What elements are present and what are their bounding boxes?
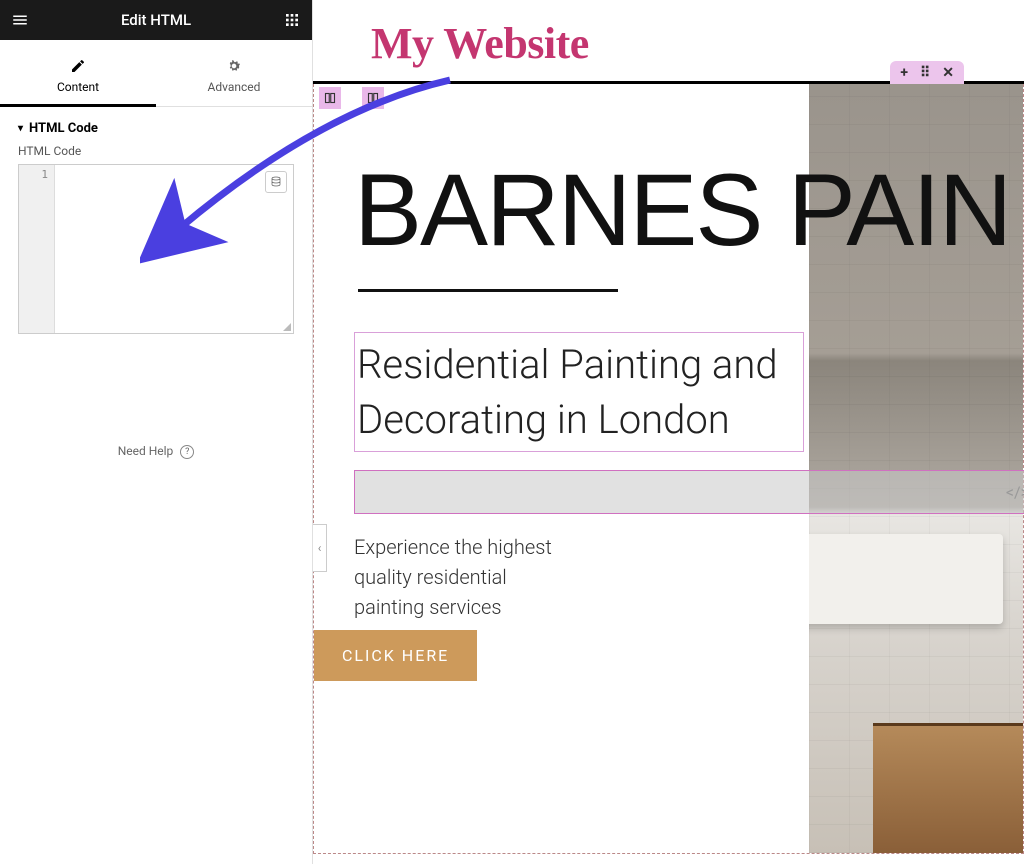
html-widget-placeholder[interactable]: </>: [354, 470, 1024, 514]
chevron-left-icon: ‹: [318, 541, 322, 555]
resize-handle-icon[interactable]: [281, 321, 291, 331]
field-label-html-code: HTML Code: [0, 144, 312, 164]
sidebar-tabs: Content Advanced: [0, 40, 312, 107]
line-gutter: 1: [19, 165, 55, 333]
delete-section-button[interactable]: ✕: [942, 65, 954, 81]
hero-heading[interactable]: BARNES PAIN: [354, 84, 809, 261]
section-controls: + ⠿ ✕: [890, 61, 964, 85]
hero-subheading: Residential Painting and Decorating in L…: [357, 337, 801, 447]
pencil-icon: [70, 58, 86, 74]
tab-content[interactable]: Content: [0, 40, 156, 106]
need-help-link[interactable]: Need Help ?: [0, 334, 312, 459]
decor-sink: [809, 534, 1003, 624]
decor-cabinet: [873, 723, 1023, 853]
editor-sidebar: Edit HTML Content Advanced ▾ HTML Code H…: [0, 0, 313, 864]
hamburger-icon[interactable]: [8, 8, 32, 32]
section-heading-text: HTML Code: [29, 121, 98, 136]
panel-collapse-button[interactable]: ‹: [313, 524, 327, 572]
preview-canvas: My Website + ⠿ ✕ ‹ BARNES PAIN: [313, 0, 1024, 864]
gear-icon: [226, 58, 242, 74]
add-section-button[interactable]: +: [900, 65, 908, 81]
column-handle-2[interactable]: [362, 87, 384, 109]
caret-down-icon: ▾: [18, 123, 23, 134]
sidebar-title: Edit HTML: [32, 11, 280, 29]
drag-section-handle[interactable]: ⠿: [920, 65, 930, 81]
column-handle-1[interactable]: [319, 87, 341, 109]
database-icon: [270, 176, 282, 188]
hero-section[interactable]: ‹ BARNES PAIN Residential Painting and D…: [313, 84, 1024, 854]
help-icon: ?: [180, 445, 194, 459]
heading-underline: [358, 289, 618, 292]
section-html-code[interactable]: ▾ HTML Code: [0, 107, 312, 144]
sidebar-header: Edit HTML: [0, 0, 312, 40]
tab-content-label: Content: [57, 80, 99, 94]
html-code-editor[interactable]: 1: [18, 164, 294, 334]
hero-body-text[interactable]: Experience the highest quality residenti…: [354, 532, 574, 622]
tab-advanced-label: Advanced: [208, 80, 261, 94]
tab-advanced[interactable]: Advanced: [156, 40, 312, 106]
line-number: 1: [41, 168, 48, 181]
dynamic-tags-button[interactable]: [265, 171, 287, 193]
apps-grid-icon[interactable]: [280, 8, 304, 32]
code-icon: </>: [1006, 483, 1024, 502]
cta-button[interactable]: CLICK HERE: [314, 630, 477, 681]
need-help-text: Need Help: [118, 444, 174, 458]
subheading-widget[interactable]: Residential Painting and Decorating in L…: [354, 332, 804, 452]
code-textarea[interactable]: [55, 165, 293, 333]
hero-left-column[interactable]: BARNES PAIN Residential Painting and Dec…: [314, 84, 809, 853]
